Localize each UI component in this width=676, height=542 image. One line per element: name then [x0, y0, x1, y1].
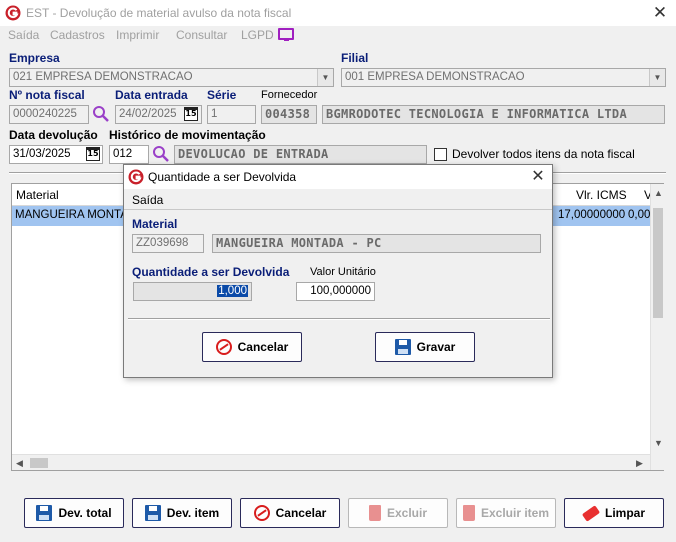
quantity-input[interactable]: 1,000 — [133, 282, 252, 301]
app-logo-icon — [128, 169, 144, 185]
empresa-label: Empresa — [9, 51, 60, 65]
data-entrada-label: Data entrada — [115, 88, 188, 102]
menu-consultar[interactable]: Consultar — [176, 28, 227, 42]
dev-total-button[interactable]: Dev. total — [24, 498, 124, 528]
serie-label: Série — [207, 88, 237, 102]
quantity-value: 1,000 — [217, 285, 248, 297]
cancel-label: Cancelar — [275, 506, 327, 520]
dialog-valor-label: Valor Unitário — [310, 266, 376, 278]
nota-fiscal-label: Nº nota fiscal — [9, 88, 85, 102]
cancel-icon — [215, 339, 232, 355]
nota-fiscal-field[interactable]: 0000240225 — [9, 105, 89, 124]
data-devolucao-value: 31/03/2025 — [13, 148, 71, 160]
fornecedor-name-field: BGMRODOTEC TECNOLOGIA E INFORMATICA LTDA — [322, 105, 665, 124]
scroll-up-icon[interactable]: ▲ — [654, 188, 663, 198]
empresa-value: 021 EMPRESA DEMONSTRACAO — [13, 71, 193, 83]
chevron-down-icon[interactable]: ▼ — [649, 69, 665, 86]
dialog-cancel-label: Cancelar — [237, 340, 289, 354]
menu-imprimir[interactable]: Imprimir — [116, 28, 159, 42]
filial-combo[interactable]: 001 EMPRESA DEMONSTRACAO ▼ — [341, 68, 666, 87]
save-icon — [394, 339, 411, 355]
dialog-save-button[interactable]: Gravar — [375, 332, 475, 362]
historico-code-field[interactable]: 012 — [109, 145, 149, 164]
menu-bar: Saída Cadastros Imprimir Consultar LGPD — [0, 26, 676, 46]
trash-icon — [462, 505, 475, 521]
trash-icon — [368, 505, 381, 521]
menu-saida[interactable]: Saída — [8, 28, 39, 42]
vertical-scrollbar[interactable]: ▲ ▼ — [650, 184, 664, 470]
fornecedor-code-field: 004358 — [261, 105, 317, 124]
close-dialog-icon[interactable]: ✕ — [528, 167, 548, 187]
devolver-todos-label: Devolver todos itens da nota fiscal — [452, 147, 635, 161]
dialog-material-label: Material — [132, 217, 178, 231]
save-icon — [144, 505, 161, 521]
save-icon — [36, 505, 53, 521]
dev-item-button[interactable]: Dev. item — [132, 498, 232, 528]
filial-label: Filial — [341, 51, 369, 65]
col-vlr-icms[interactable]: Vlr. ICMS — [576, 188, 627, 202]
app-logo-icon — [5, 5, 21, 21]
fornecedor-label: Fornecedor — [261, 89, 318, 101]
excluir-item-label: Excluir item — [480, 506, 550, 520]
monitor-icon[interactable] — [278, 28, 294, 41]
excluir-button[interactable]: Excluir — [348, 498, 448, 528]
col-material[interactable]: Material — [16, 188, 59, 202]
empresa-combo[interactable]: 021 EMPRESA DEMONSTRACAO ▼ — [9, 68, 334, 87]
menu-cadastros[interactable]: Cadastros — [50, 28, 105, 42]
dialog-menu-saida[interactable]: Saída — [132, 193, 163, 207]
dialog-cancel-button[interactable]: Cancelar — [202, 332, 302, 362]
cell-material: MANGUEIRA MONTA — [15, 209, 128, 221]
serie-field[interactable]: 1 — [207, 105, 256, 124]
limpar-label: Limpar — [604, 506, 645, 520]
horizontal-scroll-thumb[interactable] — [30, 458, 48, 468]
cell-v: 0,00 — [628, 209, 651, 221]
devolver-todos-checkbox[interactable] — [434, 148, 447, 161]
divider — [124, 209, 552, 210]
excluir-item-button[interactable]: Excluir item — [456, 498, 556, 528]
scroll-down-icon[interactable]: ▼ — [654, 438, 663, 448]
calendar-icon[interactable]: 15 — [184, 107, 198, 121]
filial-value: 001 EMPRESA DEMONSTRACAO — [345, 71, 525, 83]
data-entrada-value: 24/02/2025 — [119, 108, 177, 120]
valor-unitario-input[interactable]: 100,000000 — [296, 282, 375, 301]
scroll-left-icon[interactable]: ◀ — [16, 458, 23, 469]
close-window-icon[interactable]: ✕ — [650, 3, 670, 23]
chevron-down-icon[interactable]: ▼ — [317, 69, 333, 86]
search-icon[interactable] — [152, 145, 170, 163]
historico-desc-field: DEVOLUCAO DE ENTRADA — [174, 145, 427, 164]
historico-label: Histórico de movimentação — [109, 128, 266, 142]
calendar-icon[interactable]: 15 — [86, 147, 100, 161]
dialog-material-desc: MANGUEIRA MONTADA - PC — [212, 234, 541, 253]
cell-vlr-icms: 17,00000000 — [558, 209, 626, 221]
dialog-title: Quantidade a ser Devolvida — [148, 170, 297, 184]
scroll-right-icon[interactable]: ▶ — [636, 458, 643, 469]
limpar-button[interactable]: Limpar — [564, 498, 664, 528]
search-icon[interactable] — [92, 105, 110, 123]
data-devolucao-label: Data devolução — [9, 128, 98, 142]
window-title: EST - Devolução de material avulso da no… — [26, 6, 292, 20]
cancel-button[interactable]: Cancelar — [240, 498, 340, 528]
vertical-scroll-thumb[interactable] — [653, 208, 663, 318]
dialog-save-label: Gravar — [416, 340, 456, 354]
menu-lgpd[interactable]: LGPD — [241, 28, 274, 42]
divider — [128, 318, 550, 320]
eraser-icon — [581, 504, 601, 522]
dev-total-label: Dev. total — [58, 506, 112, 520]
excluir-label: Excluir — [386, 506, 428, 520]
dialog-material-code: ZZ039698 — [132, 234, 204, 253]
quantity-dialog[interactable]: Quantidade a ser Devolvida ✕ Saída Mater… — [123, 164, 553, 378]
dev-item-label: Dev. item — [166, 506, 220, 520]
horizontal-scrollbar[interactable]: ◀ ▶ — [12, 454, 650, 470]
dialog-qty-label: Quantidade a ser Devolvida — [132, 265, 290, 279]
cancel-icon — [253, 505, 270, 521]
